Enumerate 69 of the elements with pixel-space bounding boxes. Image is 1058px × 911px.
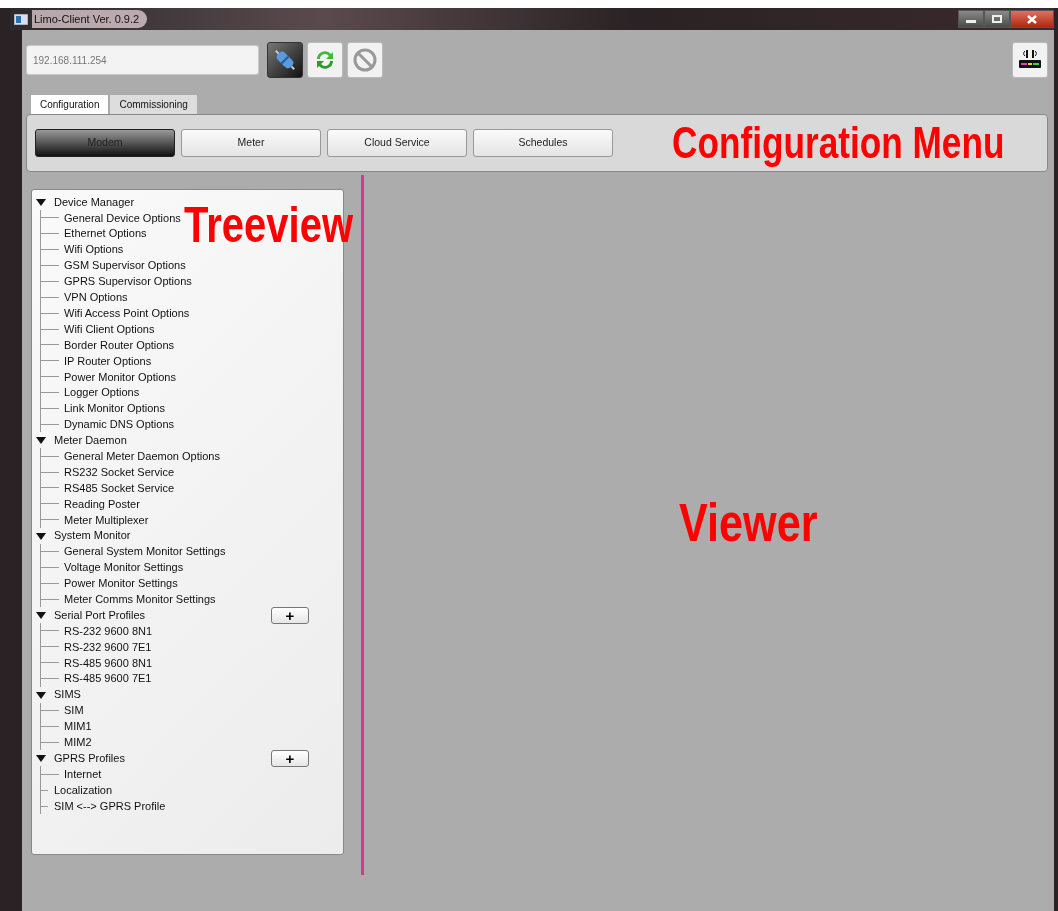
expanded-arrow-icon[interactable] (36, 610, 46, 621)
tree-item[interactable]: MIM1 (64, 718, 92, 735)
app-icon (14, 13, 28, 25)
tree-item[interactable]: Voltage Monitor Settings (64, 559, 184, 576)
close-icon (1027, 14, 1037, 24)
tree-item[interactable]: General Meter Daemon Options (64, 447, 220, 465)
tree-item[interactable]: Localization (54, 781, 113, 799)
add-button[interactable]: + (271, 749, 309, 767)
tree-item[interactable]: Power Monitor Options (64, 368, 176, 385)
expanded-arrow-icon[interactable] (36, 753, 46, 764)
expanded-arrow-icon[interactable] (36, 530, 46, 541)
tree-item[interactable]: RS485 Socket Service (64, 479, 175, 497)
tree-item[interactable]: Link Monitor Options (64, 400, 165, 417)
tree-item[interactable]: SIMS (54, 686, 81, 703)
tree-item[interactable]: Wifi Options (64, 241, 124, 258)
tree-item[interactable]: System Monitor (54, 527, 131, 544)
tree-item[interactable]: Meter Comms Monitor Settings (64, 590, 216, 608)
tree-item[interactable]: GPRS Supervisor Options (64, 273, 192, 290)
tree-item[interactable]: General System Monitor Settings (64, 543, 226, 560)
tree-item[interactable]: MIM2 (64, 734, 92, 751)
tree-item[interactable]: Wifi Client Options (64, 320, 155, 338)
tree-item[interactable]: IP Router Options (64, 352, 152, 370)
tree-item[interactable]: RS-232 9600 8N1 (64, 622, 153, 640)
expanded-arrow-icon[interactable] (36, 196, 46, 207)
tree-item[interactable]: RS-232 9600 7E1 (64, 638, 152, 656)
tree-item[interactable]: RS232 Socket Service (64, 463, 175, 481)
tree-item[interactable]: Serial Port Profiles (54, 606, 146, 624)
minimize-button[interactable] (958, 10, 984, 28)
tree-item[interactable]: Meter Daemon (54, 432, 127, 449)
add-button[interactable]: + (271, 606, 309, 624)
connect-button[interactable] (267, 42, 303, 78)
tab[interactable]: Configuration (30, 94, 110, 114)
maximize-button[interactable] (984, 10, 1010, 28)
tree-item[interactable]: GPRS Profiles (54, 749, 125, 767)
tree-item[interactable]: RS-485 9600 8N1 (64, 654, 153, 672)
tree-item[interactable]: Reading Poster (64, 495, 140, 513)
tree-item[interactable]: General Device Options (64, 209, 181, 227)
menu-button[interactable]: Cloud Service (327, 129, 467, 157)
tree-item[interactable]: Border Router Options (64, 336, 175, 354)
maximize-icon (992, 15, 1002, 23)
close-button[interactable] (1010, 10, 1054, 28)
tree-item[interactable]: Power Monitor Settings (64, 575, 178, 592)
tree-item[interactable]: SIM <--> GPRS Profile (54, 797, 166, 815)
tree-item[interactable]: SIM (64, 702, 84, 719)
expanded-arrow-icon[interactable] (36, 435, 46, 446)
tree-item[interactable]: Wifi Access Point Options (64, 304, 190, 322)
stop-icon (352, 47, 378, 73)
refresh-button[interactable] (307, 42, 343, 78)
tree-item[interactable]: GSM Supervisor Options (64, 257, 186, 274)
annotation-label: Configuration Menu (671, 121, 1004, 165)
tree-item[interactable]: Internet (64, 765, 102, 783)
window-title: Limo-Client Ver. 0.9.2 (32, 9, 148, 29)
tree-item[interactable]: VPN Options (64, 289, 128, 306)
tree-item[interactable]: Dynamic DNS Options (64, 416, 175, 433)
annotation-label: Viewer (679, 495, 818, 549)
menu-button[interactable]: Schedules (473, 129, 613, 157)
menu-button[interactable]: Meter (181, 129, 321, 157)
tree-item[interactable]: Meter Multiplexer (64, 511, 149, 528)
router-button[interactable] (1012, 42, 1048, 78)
tree-item[interactable]: RS-485 9600 7E1 (64, 670, 152, 687)
tree-item[interactable]: Device Manager (54, 193, 135, 211)
tab[interactable]: Commissioning (109, 94, 198, 114)
annotation-label: Treeview (184, 200, 353, 250)
stop-button[interactable] (347, 42, 383, 78)
tree-item[interactable]: Logger Options (64, 384, 140, 401)
address-field[interactable]: 192.168.111.254 (26, 45, 259, 75)
plug-icon (272, 47, 298, 73)
expanded-arrow-icon[interactable] (36, 689, 46, 700)
tree-item[interactable]: Ethernet Options (64, 225, 147, 242)
